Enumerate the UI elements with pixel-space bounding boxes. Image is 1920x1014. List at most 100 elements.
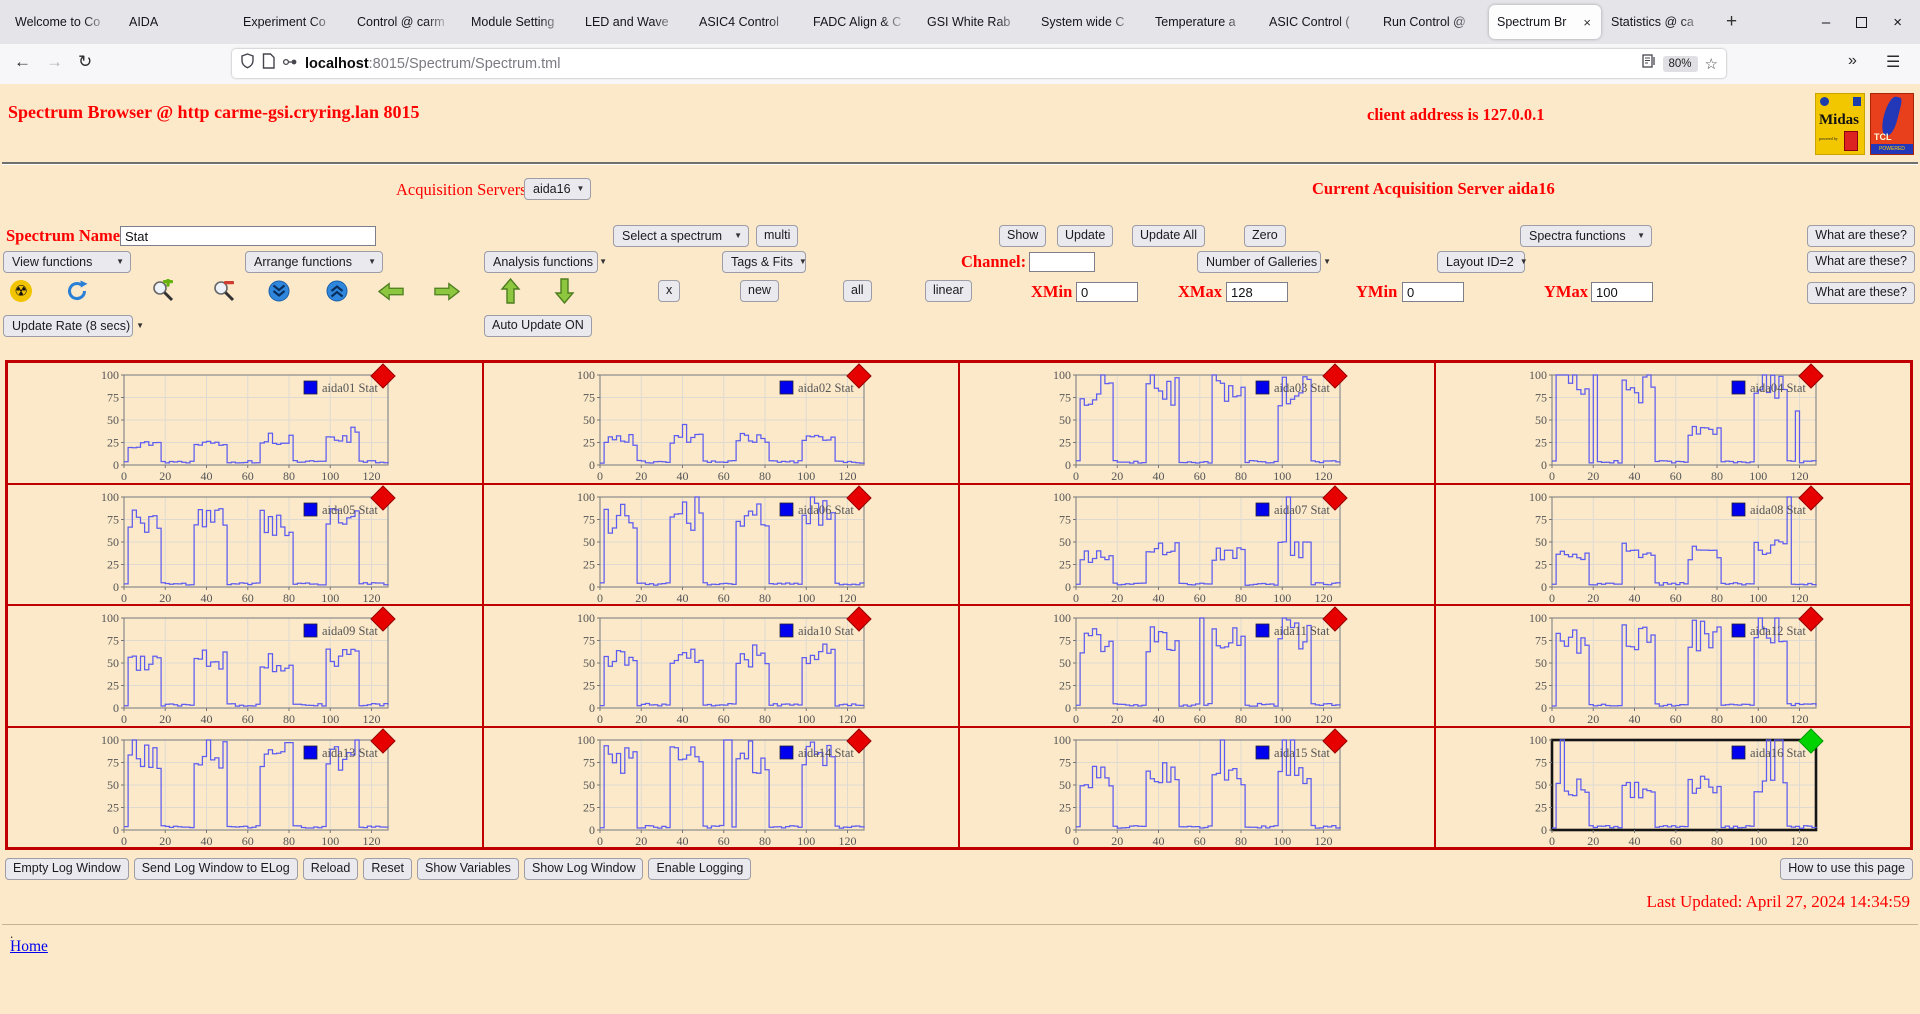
- collapse-down-icon[interactable]: [266, 278, 292, 304]
- browser-tab[interactable]: Experiment Co: [235, 5, 347, 39]
- spectrum-chart-aida12[interactable]: 0 25 50 75 100 0 20 40 60 80 100 120 aida12 Stat: [1520, 606, 1825, 728]
- linear-button[interactable]: linear: [925, 280, 972, 302]
- reload-button[interactable]: Reload: [302, 858, 359, 880]
- arrange-functions-dropdown[interactable]: Arrange functions ▼: [245, 251, 383, 273]
- reader-mode-icon[interactable]: [1641, 54, 1656, 73]
- reload-icon[interactable]: ↻: [78, 52, 92, 72]
- spectrum-chart-aida04[interactable]: 0 25 50 75 100 0 20 40 60 80 100 120 aida04 Stat: [1520, 363, 1825, 485]
- back-icon[interactable]: ←: [14, 52, 31, 72]
- tags-fits-dropdown[interactable]: Tags & Fits ▼: [722, 251, 807, 273]
- all-button[interactable]: all: [843, 280, 872, 302]
- arrow-up-icon[interactable]: [497, 278, 523, 304]
- spectrum-cell[interactable]: 0 25 50 75 100 0 20 40 60 80 100 120 aida11 Stat: [959, 605, 1435, 727]
- browser-tab[interactable]: Statistics @ ca: [1603, 5, 1715, 39]
- spectrum-name-input[interactable]: [120, 226, 376, 246]
- spectrum-cell[interactable]: 0 25 50 75 100 0 20 40 60 80 100 120 aida07 Stat: [959, 483, 1435, 607]
- browser-tab[interactable]: ASIC Control (: [1261, 5, 1373, 39]
- what-are-these-button[interactable]: What are these?: [1807, 225, 1915, 247]
- bookmark-star-icon[interactable]: ☆: [1705, 55, 1718, 73]
- auto-update-button[interactable]: Auto Update ON: [484, 315, 592, 337]
- spectrum-cell[interactable]: 0 25 50 75 100 0 20 40 60 80 100 120 aida04 Stat: [1435, 362, 1911, 484]
- arrow-right-icon[interactable]: [434, 278, 460, 304]
- spectrum-cell[interactable]: 0 25 50 75 100 0 20 40 60 80 100 120 aida03 Stat: [959, 362, 1435, 484]
- show-button[interactable]: Show: [999, 225, 1047, 247]
- new-button[interactable]: new: [740, 280, 779, 302]
- spectrum-chart-aida10[interactable]: 0 25 50 75 100 0 20 40 60 80 100 120 aida10 Stat: [568, 606, 873, 728]
- window-maximize-button[interactable]: [1856, 16, 1868, 28]
- spectrum-cell[interactable]: 0 25 50 75 100 0 20 40 60 80 100 120 aida01 Stat: [7, 362, 483, 484]
- spectrum-chart-aida03[interactable]: 0 25 50 75 100 0 20 40 60 80 100 120 aida03 Stat: [1044, 363, 1349, 485]
- browser-tab[interactable]: Run Control @: [1375, 5, 1487, 39]
- spectrum-cell[interactable]: 0 25 50 75 100 0 20 40 60 80 100 120 aida09 Stat: [7, 605, 483, 727]
- spectrum-cell[interactable]: 0 25 50 75 100 0 20 40 60 80 100 120 aida15 Stat: [959, 726, 1435, 850]
- spectrum-chart-aida14[interactable]: 0 25 50 75 100 0 20 40 60 80 100 120 aida14 Stat: [568, 727, 873, 850]
- url-bar[interactable]: localhost:8015/Spectrum/Spectrum.tml 80%…: [232, 49, 1726, 78]
- shield-icon[interactable]: [240, 53, 255, 74]
- radiation-icon[interactable]: ☢: [8, 278, 34, 304]
- hamburger-menu-icon[interactable]: ☰: [1886, 52, 1900, 72]
- browser-tab-active[interactable]: Spectrum Br ×: [1489, 5, 1601, 39]
- spectrum-chart-aida11[interactable]: 0 25 50 75 100 0 20 40 60 80 100 120 aida11 Stat: [1044, 606, 1349, 728]
- spectrum-cell[interactable]: 0 25 50 75 100 0 20 40 60 80 100 120 aida08 Stat: [1435, 483, 1911, 605]
- spectrum-chart-aida06[interactable]: 0 25 50 75 100 0 20 40 60 80 100 120 aida06 Stat: [568, 484, 873, 607]
- spectrum-chart-aida15[interactable]: 0 25 50 75 100 0 20 40 60 80 100 120 aida15 Stat: [1044, 727, 1349, 850]
- browser-tab[interactable]: ASIC4 Control: [691, 5, 803, 39]
- spectrum-cell[interactable]: 0 25 50 75 100 0 20 40 60 80 100 120 aida05 Stat: [7, 483, 483, 607]
- spectrum-chart-aida09[interactable]: 0 25 50 75 100 0 20 40 60 80 100 120 aida09 Stat: [92, 606, 397, 728]
- layout-id-dropdown[interactable]: Layout ID=2 ▼: [1437, 251, 1528, 273]
- spectrum-chart-aida01[interactable]: 0 25 50 75 100 0 20 40 60 80 100 120 aida01 Stat: [92, 363, 397, 485]
- view-functions-dropdown[interactable]: View functions ▼: [3, 251, 131, 273]
- what-are-these-button[interactable]: What are these?: [1807, 282, 1915, 304]
- expand-up-icon[interactable]: [324, 278, 350, 304]
- arrow-down-icon[interactable]: [551, 278, 577, 304]
- browser-tab[interactable]: LED and Wave: [577, 5, 689, 39]
- spectrum-cell[interactable]: 0 25 50 75 100 0 20 40 60 80 100 120 aida06 Stat: [483, 483, 959, 607]
- overflow-menu-icon[interactable]: »: [1848, 52, 1857, 70]
- forward-icon[interactable]: →: [46, 52, 63, 72]
- browser-tab[interactable]: GSI White Rab: [919, 5, 1031, 39]
- multi-button[interactable]: multi: [756, 225, 799, 247]
- ymax-input[interactable]: [1591, 282, 1653, 302]
- empty-log-window-button[interactable]: Empty Log Window: [5, 858, 129, 880]
- channel-input[interactable]: [1029, 252, 1095, 272]
- site-permissions-icon[interactable]: [282, 55, 298, 73]
- spectra-functions-dropdown[interactable]: Spectra functions ▼: [1520, 225, 1652, 247]
- reset-button[interactable]: Reset: [363, 858, 412, 880]
- browser-tab[interactable]: Control @ carm: [349, 5, 461, 39]
- spectrum-chart-aida05[interactable]: 0 25 50 75 100 0 20 40 60 80 100 120 aida05 Stat: [92, 484, 397, 607]
- zoom-level-badge[interactable]: 80%: [1662, 55, 1698, 72]
- refresh-icon[interactable]: [64, 278, 90, 304]
- spectrum-chart-aida16[interactable]: 0 25 50 75 100 0 20 40 60 80 100 120 aida16 Stat: [1520, 727, 1825, 850]
- url-text[interactable]: localhost:8015/Spectrum/Spectrum.tml: [305, 56, 1635, 72]
- analysis-functions-dropdown[interactable]: Analysis functions ▼: [484, 251, 607, 273]
- site-info-icon[interactable]: [262, 53, 275, 74]
- zero-button[interactable]: Zero: [1244, 225, 1286, 247]
- acquisition-server-select[interactable]: aida16 ▼: [524, 178, 592, 200]
- browser-tab[interactable]: System wide C: [1033, 5, 1145, 39]
- browser-tab[interactable]: Temperature a: [1147, 5, 1259, 39]
- zoom-out-icon[interactable]: [211, 278, 237, 304]
- what-are-these-button[interactable]: What are these?: [1807, 251, 1915, 273]
- xmin-input[interactable]: [1076, 282, 1138, 302]
- browser-tab[interactable]: AIDA: [121, 5, 233, 39]
- browser-tab[interactable]: Welcome to Co: [7, 5, 119, 39]
- spectrum-cell[interactable]: 0 25 50 75 100 0 20 40 60 80 100 120 aida16 Stat: [1435, 726, 1911, 850]
- update-rate-dropdown[interactable]: Update Rate (8 secs) ▼: [3, 315, 144, 337]
- show-variables-button[interactable]: Show Variables: [417, 858, 519, 880]
- enable-logging-button[interactable]: Enable Logging: [648, 858, 752, 880]
- how-to-use-button[interactable]: How to use this page: [1780, 858, 1913, 880]
- spectrum-cell[interactable]: 0 25 50 75 100 0 20 40 60 80 100 120 aida10 Stat: [483, 605, 959, 727]
- window-minimize-button[interactable]: –: [1822, 15, 1830, 30]
- zoom-in-icon[interactable]: [150, 278, 176, 304]
- ymin-input[interactable]: [1402, 282, 1464, 302]
- arrow-left-icon[interactable]: [378, 278, 404, 304]
- spectrum-chart-aida07[interactable]: 0 25 50 75 100 0 20 40 60 80 100 120 aida07 Stat: [1044, 484, 1349, 607]
- new-tab-button[interactable]: +: [1716, 11, 1747, 33]
- xmax-input[interactable]: [1226, 282, 1288, 302]
- spectrum-cell[interactable]: 0 25 50 75 100 0 20 40 60 80 100 120 aida14 Stat: [483, 726, 959, 850]
- home-link[interactable]: Home: [10, 938, 48, 956]
- tab-close-icon[interactable]: ×: [1581, 15, 1593, 30]
- update-button[interactable]: Update: [1057, 225, 1114, 247]
- select-spectrum-dropdown[interactable]: Select a spectrum ▼: [613, 225, 749, 247]
- spectrum-chart-aida13[interactable]: 0 25 50 75 100 0 20 40 60 80 100 120 aida13 Stat: [92, 727, 397, 850]
